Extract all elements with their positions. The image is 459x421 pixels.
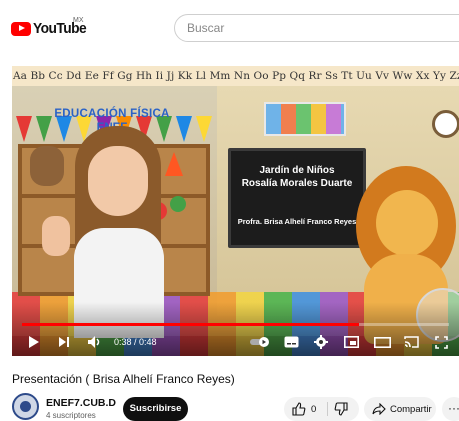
thumbs-up-icon xyxy=(292,402,306,416)
time-display: 0:38 / 0:48 xyxy=(114,337,157,347)
settings-icon[interactable] xyxy=(312,334,330,350)
thumbs-down-icon xyxy=(334,402,348,416)
search-input[interactable]: Buscar xyxy=(174,14,459,42)
subscribe-button[interactable]: Suscribirse xyxy=(123,397,188,421)
classroom-screen: Jardín de Niños Rosalía Morales Duarte P… xyxy=(228,148,366,248)
share-button[interactable]: Compartir xyxy=(364,397,436,421)
like-dislike-group: 0 xyxy=(284,397,359,421)
country-code: MX xyxy=(73,17,84,24)
youtube-play-icon xyxy=(11,21,31,36)
progress-fill xyxy=(22,323,360,326)
share-icon xyxy=(372,403,386,415)
theater-icon[interactable] xyxy=(372,334,392,350)
wall-blocks xyxy=(264,102,346,136)
video-title: Presentación ( Brisa Alhelí Franco Reyes… xyxy=(12,372,235,386)
girl-avatar-hand xyxy=(42,216,70,256)
share-label: Compartir xyxy=(390,403,432,415)
subscriber-count: 4 suscriptores xyxy=(46,411,96,420)
volume-icon[interactable] xyxy=(86,334,104,350)
progress-bar[interactable] xyxy=(22,323,449,326)
dislike-button[interactable] xyxy=(334,402,348,421)
traffic-cone xyxy=(165,152,183,176)
miniplayer-icon[interactable] xyxy=(342,334,360,350)
girl-avatar-face xyxy=(88,146,148,216)
like-divider xyxy=(327,402,328,416)
screen-line-1: Jardín de Niños xyxy=(259,165,335,176)
like-button[interactable]: 0 xyxy=(292,402,316,416)
alphabet-strip: Aa Bb Cc Dd Ee Ff Gg Hh Ii Jj Kk Ll Mm N… xyxy=(12,66,459,86)
screen-line-2: Rosalía Morales Duarte xyxy=(241,178,353,189)
screen-line-3: Profra. Brisa Alhelí Franco Reyes xyxy=(237,217,357,226)
channel-name[interactable]: ENEF7.CUB.D xyxy=(46,397,116,409)
lion-face xyxy=(376,190,438,256)
more-actions-button[interactable]: ··· xyxy=(442,397,459,421)
cast-icon[interactable] xyxy=(402,334,420,350)
green-ball xyxy=(170,196,186,212)
like-count: 0 xyxy=(311,403,317,415)
teddy-bear xyxy=(30,146,64,186)
banner-title: EDUCACIÓN FÍSICA xyxy=(54,108,170,120)
channel-avatar[interactable] xyxy=(12,393,39,420)
play-icon[interactable] xyxy=(26,334,42,350)
next-icon[interactable] xyxy=(56,334,72,350)
top-bar: YouTube MX Buscar xyxy=(0,0,459,58)
subtitles-icon[interactable] xyxy=(282,334,300,350)
wall-clock xyxy=(432,110,459,138)
video-player[interactable]: Aa Bb Cc Dd Ee Ff Gg Hh Ii Jj Kk Ll Mm N… xyxy=(12,66,459,356)
autoplay-toggle-icon[interactable] xyxy=(248,334,272,350)
fullscreen-icon[interactable] xyxy=(432,334,450,350)
